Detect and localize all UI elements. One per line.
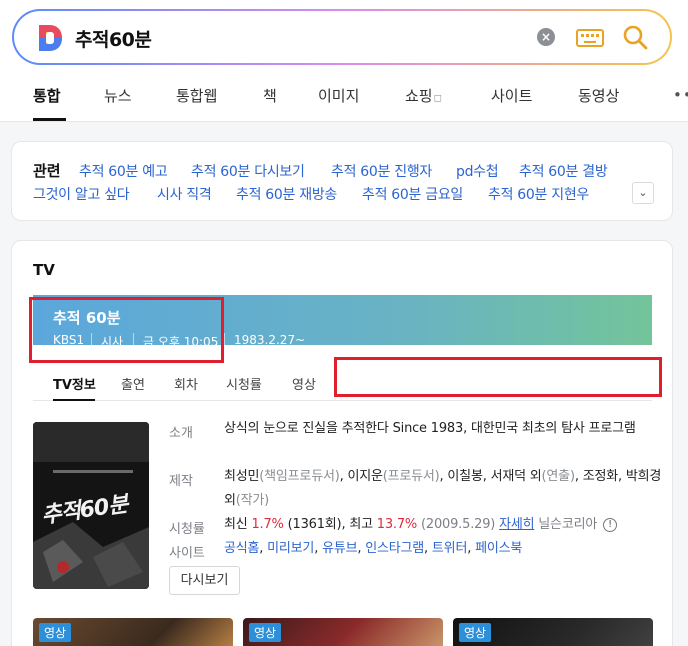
site-link-instagram[interactable]: 인스타그램: [365, 541, 424, 556]
related-link[interactable]: 추적 60분 다시보기: [191, 161, 305, 181]
search-tabs: 통합 뉴스 통합웹 책 이미지 쇼핑◻ 사이트 동영상 ••: [0, 78, 688, 122]
tab-news[interactable]: 뉴스: [104, 85, 132, 106]
site-link-twitter[interactable]: 트위터: [432, 541, 467, 556]
search-header: 추적60분 × 통합 뉴스 통합웹 책 이미지 쇼핑◻ 사이트 동영상 ••: [0, 0, 688, 122]
sites-links: 공식홈, 미리보기, 유튜브, 인스타그램, 트위터, 페이스북: [224, 541, 523, 556]
subtab-cast[interactable]: 출연: [121, 374, 145, 393]
tab-web[interactable]: 통합웹: [176, 85, 217, 106]
subtab-tv-info[interactable]: TV정보: [53, 374, 96, 393]
rating-latest-value: 1.7%: [251, 517, 284, 532]
site-link-youtube[interactable]: 유튜브: [322, 541, 357, 556]
staff-role: (책임프로듀서): [259, 469, 340, 484]
clear-icon[interactable]: ×: [537, 28, 555, 46]
staff-name: 이지운: [347, 469, 383, 484]
related-link[interactable]: 추적 60분 결방: [519, 161, 608, 181]
rating-latest-episode: (1361회): [287, 517, 342, 532]
keyboard-icon[interactable]: [576, 29, 604, 47]
subtab-ratings[interactable]: 시청률: [226, 374, 262, 393]
video-badge: 영상: [459, 623, 492, 642]
rating-label: 시청률: [169, 522, 205, 537]
site-link-facebook[interactable]: 페이스북: [475, 541, 522, 556]
related-title: 관련: [33, 162, 61, 180]
video-badge: 영상: [249, 623, 282, 642]
video-badge: 영상: [39, 623, 72, 642]
tab-video[interactable]: 동영상: [578, 85, 619, 106]
subtab-episodes[interactable]: 회차: [174, 374, 198, 393]
rating-text: 최신 1.7% (1361회), 최고 13.7% (2009.5.29) 자세…: [224, 513, 664, 537]
more-tabs-icon[interactable]: ••: [673, 86, 688, 104]
staff-label: 제작: [169, 474, 193, 489]
active-subtab-indicator: [53, 399, 95, 401]
tab-book[interactable]: 책: [263, 85, 277, 106]
highlight-box: [29, 297, 224, 363]
related-link[interactable]: 그것이 알고 싶다: [33, 184, 130, 204]
replay-button[interactable]: 다시보기: [169, 566, 240, 595]
tab-shopping[interactable]: 쇼핑◻: [405, 85, 442, 106]
rating-detail-link[interactable]: 자세히: [499, 517, 534, 532]
site-link-preview[interactable]: 미리보기: [267, 541, 314, 556]
program-poster[interactable]: 추적60분: [33, 422, 149, 589]
tab-site[interactable]: 사이트: [491, 85, 532, 106]
subtab-video[interactable]: 영상: [292, 374, 316, 393]
search-icon[interactable]: [621, 23, 649, 51]
section-title: TV: [33, 261, 55, 279]
staff-name: 최성민: [224, 469, 260, 484]
related-link[interactable]: 추적 60분 예고: [79, 161, 168, 181]
search-input[interactable]: 추적60분: [75, 25, 152, 52]
intro-label: 소개: [169, 426, 193, 441]
video-thumbnail[interactable]: 영상: [453, 618, 653, 646]
search-box[interactable]: 추적60분 ×: [12, 9, 672, 65]
staff-text: 최성민(책임프로듀서), 이지운(프로듀서), 이칠봉, 서재덕 외(연출), …: [224, 469, 662, 508]
staff-name: 이칠봉, 서재덕 외: [447, 469, 542, 484]
tab-image[interactable]: 이미지: [318, 85, 359, 106]
site-link-official[interactable]: 공식홈: [224, 541, 259, 556]
external-link-icon: ◻: [433, 93, 442, 104]
active-tab-indicator: [33, 118, 66, 121]
related-searches: 관련 추적 60분 예고 추적 60분 다시보기 추적 60분 진행자 pd수첩…: [11, 141, 673, 221]
rating-max-value: 13.7%: [376, 517, 418, 532]
related-link[interactable]: 추적 60분 지현우: [488, 184, 589, 204]
rating-max-prefix: 최고: [349, 517, 373, 532]
rating-source: 닐슨코리아: [538, 517, 598, 532]
related-link[interactable]: pd수첩: [456, 161, 499, 181]
related-link[interactable]: 추적 60분 금요일: [362, 184, 463, 204]
tab-shopping-label: 쇼핑: [405, 87, 433, 105]
info-icon[interactable]: !: [603, 517, 618, 532]
start-date: 1983.2.27~: [234, 333, 306, 347]
daum-logo-icon: [39, 25, 62, 51]
staff-role: (작가): [235, 493, 270, 508]
rating-max-date: (2009.5.29): [421, 517, 496, 532]
intro-text: 상식의 눈으로 진실을 추적한다 Since 1983, 대한민국 최초의 탐사…: [224, 421, 636, 436]
video-thumbnail[interactable]: 영상: [33, 618, 233, 646]
rating-latest-prefix: 최신: [224, 517, 248, 532]
related-link[interactable]: 추적 60분 재방송: [236, 184, 337, 204]
sites-label: 사이트: [169, 546, 205, 561]
highlight-box: [334, 357, 662, 397]
staff-role: (프로듀서): [382, 469, 440, 484]
staff-role: (연출): [541, 469, 575, 484]
tab-all[interactable]: 통합: [33, 85, 61, 106]
divider: [224, 333, 225, 345]
video-thumbnail[interactable]: 영상: [243, 618, 443, 646]
related-link[interactable]: 추적 60분 진행자: [331, 161, 432, 181]
chevron-down-icon[interactable]: ⌄: [632, 182, 654, 204]
related-link[interactable]: 시사 직격: [157, 184, 212, 204]
